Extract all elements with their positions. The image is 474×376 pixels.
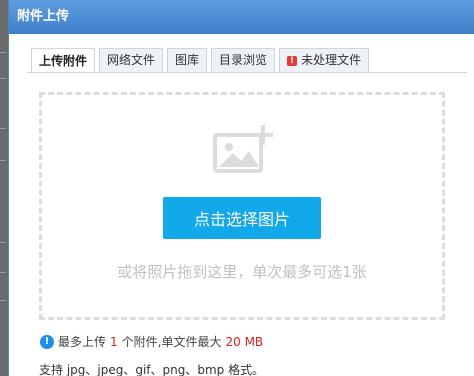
drop-zone[interactable]: 点击选择图片 或将照片拖到这里，单次最多可选1张 [39,92,445,320]
background-tick [0,128,6,129]
tab-unprocessed-files[interactable]: ! 未处理文件 [279,48,370,72]
tab-label: 目录浏览 [219,53,268,67]
limit-mid: 个附件,单文件最大 [121,335,222,349]
tab-upload-attachment[interactable]: 上传附件 [31,48,96,73]
background-page-edge [0,0,8,376]
drop-hint-text: 或将照片拖到这里，单次最多可选1张 [117,263,367,281]
background-tick [0,160,6,161]
background-tick [0,300,6,301]
background-tick [0,272,6,273]
max-size: 20 MB [225,334,264,349]
upload-dialog: 附件上传 上传附件 网络文件 图库 目录浏览 ! 未处理文件 点击选择图片 或将… [8,0,474,376]
add-image-icon [213,125,273,173]
background-tick [0,242,6,243]
tab-label: 上传附件 [39,53,88,68]
tab-label: 网络文件 [107,53,156,67]
tab-label: 图库 [175,53,200,67]
supported-formats: 支持 jpg、jpeg、gif、png、bmp 格式。 [39,363,265,376]
tab-bar: 上传附件 网络文件 图库 目录浏览 ! 未处理文件 [31,48,373,73]
upload-panel: 点击选择图片 或将照片拖到这里，单次最多可选1张 ! 最多上传 1 个附件,单文… [27,72,467,376]
limit-prefix: 最多上传 [58,335,107,349]
select-image-button[interactable]: 点击选择图片 [163,197,321,239]
warning-icon: ! [287,55,298,66]
tab-label: 未处理文件 [301,53,362,67]
max-count: 1 [110,334,118,349]
info-icon: ! [40,334,54,349]
dialog-title[interactable]: 附件上传 [9,0,474,34]
background-tick [0,52,6,53]
tab-gallery[interactable]: 图库 [167,48,208,72]
background-tick [0,78,6,79]
upload-limit-info: ! 最多上传 1 个附件,单文件最大 20 MB [40,333,267,350]
tab-network-file[interactable]: 网络文件 [99,48,164,72]
tab-directory-browse[interactable]: 目录浏览 [211,48,276,72]
